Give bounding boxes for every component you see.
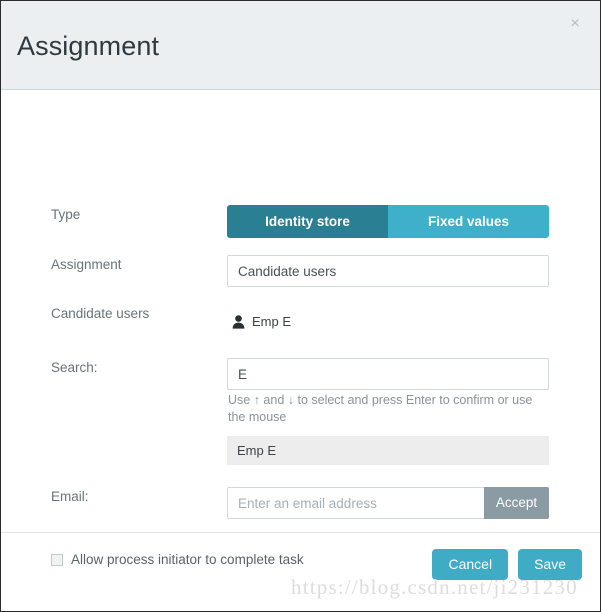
- type-option-fixed-values[interactable]: Fixed values: [388, 205, 549, 238]
- type-toggle-group: Identity store Fixed values: [227, 205, 549, 238]
- assignment-label: Assignment: [51, 257, 122, 272]
- email-label: Email:: [51, 489, 89, 504]
- search-suggestion-item[interactable]: Emp E: [227, 436, 549, 465]
- candidate-user-name: Emp E: [252, 314, 292, 329]
- user-icon: [232, 314, 245, 329]
- footer-button-group: Cancel Save: [432, 549, 582, 580]
- search-input[interactable]: [227, 358, 549, 390]
- search-help-text: Use ↑ and ↓ to select and press Enter to…: [228, 393, 533, 424]
- candidate-users-label: Candidate users: [51, 306, 150, 321]
- dialog-body: Type Identity store Fixed values Assignm…: [1, 90, 600, 567]
- search-label: Search:: [51, 360, 98, 375]
- accept-button[interactable]: Accept: [484, 487, 549, 519]
- dialog-footer: Cancel Save: [1, 532, 600, 611]
- candidate-user-item: Emp E: [232, 314, 291, 329]
- type-label: Type: [51, 207, 81, 222]
- dialog-title: Assignment: [17, 31, 160, 61]
- assignment-dialog: Assignment × Type Identity store Fixed v…: [0, 0, 601, 612]
- close-icon[interactable]: ×: [566, 15, 584, 33]
- email-input[interactable]: [227, 487, 484, 519]
- dialog-header: Assignment ×: [1, 1, 600, 90]
- save-button[interactable]: Save: [518, 549, 582, 580]
- cancel-button[interactable]: Cancel: [432, 549, 509, 580]
- type-option-identity-store[interactable]: Identity store: [227, 205, 388, 238]
- assignment-select[interactable]: [227, 255, 549, 287]
